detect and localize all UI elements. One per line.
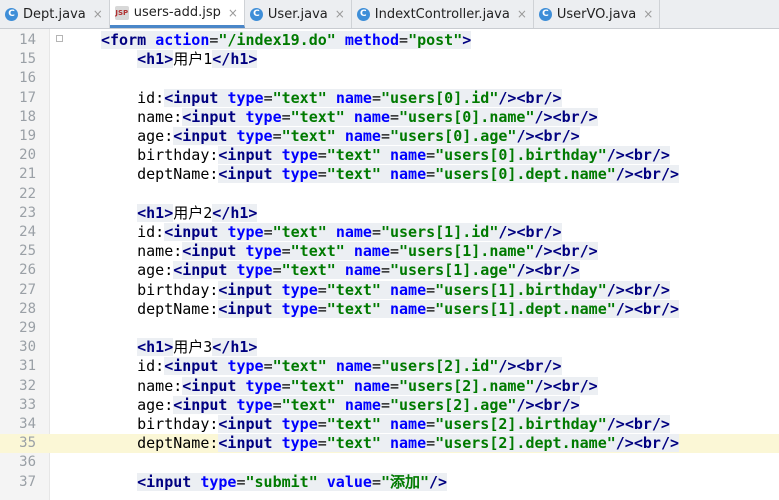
code-line[interactable]: 34 birthday:<input type="text" name="use… [0, 415, 779, 434]
code-line[interactable]: 33 age:<input type="text" name="users[2]… [0, 395, 779, 415]
line-number: 19 [19, 128, 36, 144]
code-text[interactable]: name:<input type="text" name="users[1].n… [101, 242, 598, 261]
line-number: 15 [19, 51, 36, 68]
jsp-file-icon: JSP [114, 5, 129, 20]
code-text[interactable]: <h1>用户3</h1> [101, 338, 258, 357]
tab-label: UserVO.java [556, 6, 637, 22]
code-text[interactable]: id:<input type="text" name="users[0].id"… [101, 88, 562, 108]
close-icon[interactable]: × [643, 7, 653, 21]
code-line[interactable]: 19 age:<input type="text" name="users[0]… [0, 127, 779, 146]
code-text[interactable]: name:<input type="text" name="users[2].n… [101, 376, 598, 396]
code-line[interactable]: 29 [0, 319, 779, 338]
code-line[interactable]: 36 [0, 453, 779, 472]
line-number: 36 [19, 454, 36, 471]
code-line[interactable]: 23 <h1>用户2</h1> [0, 203, 779, 223]
code-line[interactable]: 31 id:<input type="text" name="users[2].… [0, 357, 779, 376]
code-text[interactable]: <h1>用户2</h1> [101, 203, 258, 223]
close-icon[interactable]: × [335, 7, 345, 21]
tab-users-add-jsp[interactable]: JSP users-add.jsp × [109, 0, 245, 28]
line-number: 20 [19, 147, 36, 164]
line-number: 23 [19, 204, 36, 221]
code-line[interactable]: 16 [0, 69, 779, 88]
line-number: 26 [19, 262, 36, 279]
code-line[interactable]: 25 name:<input type="text" name="users[1… [0, 242, 779, 261]
code-line[interactable]: 30 <h1>用户3</h1> [0, 338, 779, 357]
code-line[interactable]: 37 <input type="submit" value="添加"/> [0, 472, 779, 492]
code-line[interactable]: 35 deptName:<input type="text" name="use… [0, 434, 779, 454]
code-text[interactable]: deptName:<input type="text" name="users[… [101, 165, 679, 184]
line-number: 24 [19, 224, 36, 240]
line-number: 27 [19, 281, 36, 298]
line-number: 16 [19, 70, 36, 87]
tab-label: Dept.java [23, 6, 86, 22]
tab-label: IndextController.java [374, 6, 510, 22]
c-class-icon: C [5, 7, 18, 21]
code-text[interactable]: deptName:<input type="text" name="users[… [101, 434, 679, 453]
line-number: 31 [19, 358, 36, 375]
line-number: 17 [19, 89, 36, 106]
code-text[interactable]: age:<input type="text" name="users[1].ag… [101, 261, 580, 280]
code-text[interactable]: name:<input type="text" name="users[0].n… [101, 107, 598, 127]
line-number: 28 [19, 300, 36, 317]
code-text[interactable]: <h1>用户1</h1> [101, 50, 258, 69]
code-text[interactable]: <form action="/index19.do" method="post"… [101, 31, 472, 50]
c-class-icon: C [356, 7, 370, 21]
code-line[interactable]: 20 birthday:<input type="text" name="use… [0, 146, 779, 165]
close-icon[interactable]: × [517, 7, 527, 21]
editor-tab-bar: C Dept.java × JSP users-add.jsp × C User… [0, 0, 779, 29]
code-text[interactable]: age:<input type="text" name="users[2].ag… [101, 395, 580, 415]
line-number: 33 [19, 396, 36, 413]
code-line[interactable]: 18 name:<input type="text" name="users[0… [0, 107, 779, 127]
tab-dept-java[interactable]: C Dept.java × [0, 0, 110, 28]
line-number: 29 [19, 320, 36, 336]
code-line[interactable]: 24 id:<input type="text" name="users[1].… [0, 223, 779, 242]
line-number: 37 [19, 473, 36, 490]
code-text[interactable]: birthday:<input type="text" name="users[… [101, 146, 670, 165]
close-icon[interactable]: × [228, 6, 238, 20]
tab-label: User.java [267, 6, 328, 22]
code-line[interactable]: 15 <h1>用户1</h1> [0, 50, 779, 69]
c-class-icon: C [538, 7, 552, 21]
code-text[interactable]: birthday:<input type="text" name="users[… [101, 415, 670, 434]
code-text[interactable]: <input type="submit" value="添加"/> [101, 472, 448, 492]
code-editor[interactable]: 14 <form action="/index19.do" method="pos… [0, 29, 779, 500]
line-number: 32 [19, 377, 36, 394]
line-number: 18 [19, 108, 36, 125]
code-line[interactable]: 14 <form action="/index19.do" method="pos… [0, 31, 779, 50]
line-number: 35 [19, 435, 36, 452]
line-number: 21 [19, 166, 36, 183]
line-number: 14 [19, 32, 36, 48]
code-text[interactable]: birthday:<input type="text" name="users[… [101, 280, 670, 300]
code-line[interactable]: 17 id:<input type="text" name="users[0].… [0, 88, 779, 108]
tab-label: users-add.jsp [133, 5, 221, 20]
code-text[interactable]: id:<input type="text" name="users[1].id"… [101, 223, 562, 242]
tab-user-java[interactable]: C User.java × [245, 0, 352, 28]
code-line[interactable]: 26 age:<input type="text" name="users[1]… [0, 261, 779, 280]
close-icon[interactable]: × [93, 7, 103, 21]
c-class-icon: C [249, 7, 263, 21]
code-line[interactable]: 22 [0, 185, 779, 204]
tab-uservo-java[interactable]: C UserVO.java × [534, 0, 661, 28]
code-line[interactable]: 21 deptName:<input type="text" name="use… [0, 165, 779, 184]
code-line[interactable]: 27 birthday:<input type="text" name="use… [0, 280, 779, 300]
line-number: 30 [19, 339, 36, 356]
code-text[interactable]: age:<input type="text" name="users[0].ag… [101, 127, 580, 146]
code-line[interactable]: 28 deptName:<input type="text" name="use… [0, 299, 779, 319]
code-text[interactable]: deptName:<input type="text" name="users[… [101, 299, 679, 319]
code-text[interactable]: id:<input type="text" name="users[2].id"… [101, 357, 562, 376]
line-number: 34 [19, 416, 36, 432]
code-line[interactable]: 32 name:<input type="text" name="users[2… [0, 376, 779, 396]
line-number: 25 [19, 243, 36, 260]
line-number: 22 [19, 185, 36, 202]
tab-indextcontroller-java[interactable]: C IndextController.java × [352, 0, 534, 28]
